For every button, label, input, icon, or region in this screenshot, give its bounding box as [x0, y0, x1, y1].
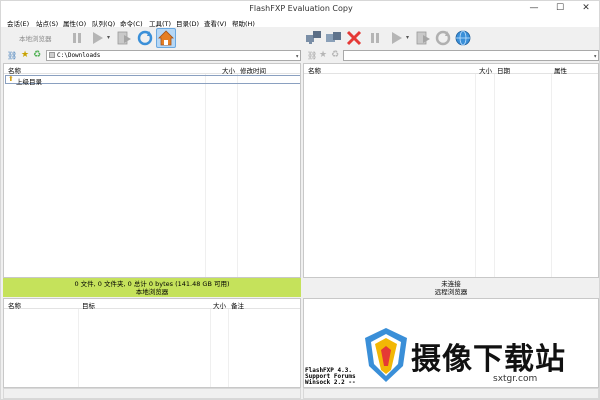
remote-toolbar: ▾: [303, 27, 599, 49]
queue-column-header: 名称 目标 大小 备注: [4, 299, 300, 310]
title-bar: FlashFXP Evaluation Copy — ☐ ✕: [1, 1, 599, 16]
quick-connect-button[interactable]: [325, 29, 343, 47]
local-status-bar: 0 文件, 0 文件夹, 0 总计 0 bytes (141.48 GB 可用)…: [3, 278, 301, 297]
col-divider: [78, 309, 79, 387]
local-status-label: 本地浏览器: [135, 288, 169, 296]
up-folder-icon: ⬆: [8, 75, 14, 83]
col-divider: [205, 74, 206, 277]
remote-file-list[interactable]: 名称 大小 日期 属性: [303, 63, 599, 278]
local-browser-button[interactable]: 本地浏览器: [19, 33, 52, 43]
refresh-button[interactable]: [136, 29, 154, 47]
favorite-star-icon[interactable]: ★: [21, 50, 29, 60]
remote-column-header: 名称 大小 日期 属性: [304, 64, 598, 75]
local-column-header: 名称 大小 修改时间: [4, 64, 300, 75]
drive-icon: [49, 52, 55, 58]
remote-col-attr[interactable]: 属性: [554, 65, 567, 75]
disconnect-icon: [346, 30, 362, 46]
remote-recycle-icon[interactable]: ♻: [331, 50, 339, 60]
globe-icon: [455, 30, 471, 46]
refresh-icon: [137, 30, 153, 46]
queue-col-name[interactable]: 名称: [8, 300, 21, 310]
local-file-list[interactable]: 名称 大小 修改时间 ⬆ 上级目录: [3, 63, 301, 278]
remote-path-dropdown-icon[interactable]: ▾: [593, 52, 597, 61]
pause-icon: [73, 33, 81, 43]
quick-connect-icon: [326, 32, 341, 42]
home-icon: [158, 30, 174, 46]
play-icon: [93, 32, 103, 44]
remote-refresh-button[interactable]: [434, 29, 452, 47]
remote-transfer-button[interactable]: [414, 29, 432, 47]
home-button[interactable]: [156, 28, 176, 48]
local-col-name[interactable]: 名称: [8, 65, 21, 75]
remote-status-bar: 未连接 远程浏览器: [303, 278, 599, 297]
local-status-text: 0 文件, 0 文件夹, 0 总计 0 bytes (141.48 GB 可用): [74, 280, 230, 288]
log-line: Winsock 2.2 --: [305, 379, 356, 386]
maximize-button[interactable]: ☐: [547, 1, 573, 16]
play-button[interactable]: [88, 29, 106, 47]
app-window: FlashFXP Evaluation Copy — ☐ ✕ 会话(E) 站点(…: [0, 0, 600, 400]
path-dropdown-icon[interactable]: ▾: [295, 52, 299, 61]
refresh-icon: [435, 30, 451, 46]
local-col-size[interactable]: 大小: [222, 65, 235, 75]
remote-col-name[interactable]: 名称: [308, 65, 321, 75]
play-dropdown-icon[interactable]: ▾: [107, 34, 110, 41]
connect-icon: [306, 31, 321, 44]
col-divider: [551, 74, 552, 277]
watermark-text: 摄像下载站: [411, 342, 566, 377]
local-path-text: C:\Downloads: [57, 52, 101, 59]
remote-star-icon[interactable]: ★: [319, 50, 327, 60]
remote-status-label: 远程浏览器: [434, 288, 468, 296]
minimize-button[interactable]: —: [521, 1, 547, 16]
queue-col-note[interactable]: 备注: [231, 300, 244, 310]
up-folder-label: 上级目录: [16, 78, 42, 86]
remote-play-dropdown-icon[interactable]: ▾: [406, 34, 409, 41]
col-divider: [210, 309, 211, 387]
local-col-modified[interactable]: 修改时间: [240, 65, 266, 75]
remote-path-input[interactable]: ▾: [343, 50, 599, 61]
watermark-url: sxtgr.com: [493, 374, 538, 384]
globe-button[interactable]: [454, 29, 472, 47]
close-button[interactable]: ✕: [573, 1, 599, 16]
queue-col-size[interactable]: 大小: [213, 300, 226, 310]
local-toolbar: 本地浏览器 ▾: [1, 27, 301, 49]
queue-list[interactable]: 名称 目标 大小 备注: [3, 298, 301, 388]
col-divider: [475, 74, 476, 277]
col-divider: [228, 309, 229, 387]
transfer-button[interactable]: [115, 29, 133, 47]
recycle-icon[interactable]: ♻: [33, 50, 41, 60]
transfer-icon: [117, 31, 131, 45]
network-icon[interactable]: ⛓: [7, 51, 17, 60]
pause-icon: [371, 33, 379, 43]
col-divider: [237, 74, 238, 277]
col-divider: [494, 74, 495, 277]
local-path-bar: ⛓ ★ ♻ C:\Downloads ▾: [1, 49, 301, 62]
connect-button[interactable]: [305, 29, 323, 47]
remote-col-size[interactable]: 大小: [479, 65, 492, 75]
queue-scrollbar[interactable]: [3, 388, 301, 399]
list-item[interactable]: ⬆ 上级目录: [5, 75, 300, 86]
remote-status-text: 未连接: [441, 280, 461, 288]
menu-bar: 会话(E) 站点(S) 属性(O) 队列(Q) 命令(C) 工具(T) 目录(D…: [1, 16, 599, 28]
queue-col-target[interactable]: 目标: [82, 300, 95, 310]
watermark-logo: [365, 328, 407, 382]
remote-network-icon[interactable]: ⛓: [307, 51, 317, 60]
log-text: FlashFXP 4.3. Support Forums Winsock 2.2…: [305, 368, 356, 386]
play-icon: [392, 32, 402, 44]
watermark: 摄像下载站 sxtgr.com: [353, 326, 599, 396]
remote-col-date[interactable]: 日期: [497, 65, 510, 75]
remote-path-bar: ⛓ ★ ♻ ▾: [303, 49, 599, 62]
window-title: FlashFXP Evaluation Copy: [249, 4, 353, 13]
local-path-input[interactable]: C:\Downloads ▾: [46, 50, 301, 61]
disconnect-button[interactable]: [345, 29, 363, 47]
transfer-icon: [416, 31, 430, 45]
remote-pause-button[interactable]: [366, 29, 384, 47]
remote-play-button[interactable]: [387, 29, 405, 47]
pause-button[interactable]: [68, 29, 86, 47]
